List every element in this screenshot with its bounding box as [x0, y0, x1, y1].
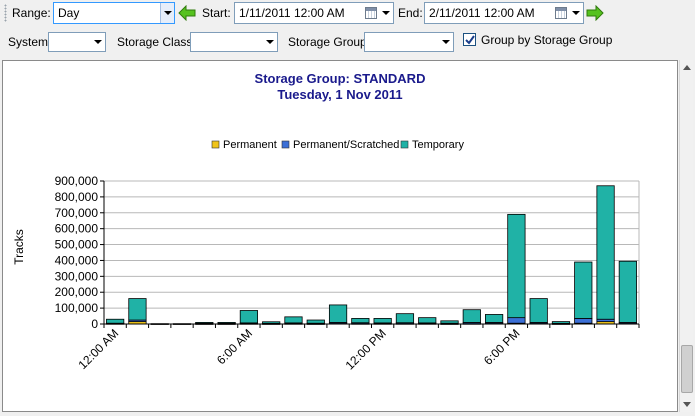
bar-segment [440, 320, 459, 324]
storage-class-dropdown[interactable] [190, 32, 278, 52]
legend-swatch [281, 140, 290, 149]
y-axis: 0 100,000 200,000 300,000 400,000500,000 600,… [55, 174, 105, 331]
legend-label: Temporary [412, 139, 464, 151]
toolbar-grip [4, 4, 7, 22]
chart-title: Storage Group: STANDARD [255, 71, 426, 86]
system-dropdown[interactable] [48, 32, 106, 52]
bar-segment [195, 322, 214, 324]
bar-segment [239, 310, 258, 324]
end-date-picker[interactable]: 2/11/2011 12:00 AM [424, 2, 584, 24]
y-tick-label: 800,000 [55, 190, 99, 204]
bar-segment [106, 318, 125, 324]
chevron-down-icon[interactable] [379, 3, 393, 23]
chevron-down-icon[interactable] [439, 33, 453, 51]
legend-label: Permanent [223, 139, 277, 151]
arrow-up-icon [683, 65, 691, 70]
bar-segment [284, 316, 303, 324]
bar-segment [395, 313, 415, 324]
end-label: End: [398, 6, 423, 20]
legend-swatch [211, 140, 220, 149]
green-left-arrow-icon[interactable] [178, 5, 196, 21]
start-value: 1/11/2011 12:00 AM [239, 6, 345, 20]
bar-segment [306, 319, 325, 324]
y-tick-label: 100,000 [55, 301, 99, 315]
range-label: Range: [12, 6, 51, 20]
group-by-checkbox[interactable] [463, 33, 476, 46]
bar-segment [551, 321, 571, 324]
y-tick-label: 200,000 [55, 285, 99, 299]
storage-group-label: Storage Group: [288, 35, 371, 49]
legend-swatch [400, 140, 409, 149]
bar-segment [262, 321, 281, 324]
bar-segment [618, 260, 637, 323]
y-tick-label: 0 [91, 317, 98, 331]
bar-segment [418, 317, 437, 324]
y-tick-label: 500,000 [55, 238, 99, 252]
bar-segment [529, 298, 548, 323]
x-axis: 12:00 AM 6:00 AM 12:00 PM 6:00 PM [76, 323, 640, 372]
bar-segment [351, 318, 370, 324]
chart-bars [106, 185, 637, 325]
chart-grid [104, 180, 640, 325]
bar-segment [596, 185, 615, 320]
x-tick-label: 6:00 PM [481, 326, 523, 368]
end-value: 2/11/2011 12:00 AM [429, 6, 535, 20]
start-date-picker[interactable]: 1/11/2011 12:00 AM [234, 2, 394, 24]
scroll-up-button[interactable] [680, 60, 694, 74]
group-by-label[interactable]: Group by Storage Group [481, 33, 612, 47]
bar-segment [574, 261, 593, 319]
bar-segment [373, 318, 392, 324]
y-tick-label: 400,000 [55, 253, 99, 267]
x-tick-label: 12:00 AM [76, 326, 122, 372]
system-label: System: [8, 35, 52, 49]
bar-segment [574, 318, 593, 324]
y-tick-label: 300,000 [55, 269, 99, 283]
bar-segment [217, 322, 236, 324]
bar-segment [328, 304, 348, 323]
chevron-down-icon[interactable] [569, 3, 583, 23]
start-label: Start: [202, 6, 231, 20]
y-axis-label: Tracks [12, 229, 26, 265]
calendar-icon[interactable] [365, 7, 377, 19]
chevron-down-icon[interactable] [160, 3, 174, 23]
chart-legend: Permanent Permanent/Scratched Temporary [211, 139, 464, 151]
stacked-bar-chart: Storage Group: STANDARD Tuesday, 1 Nov 2… [12, 71, 640, 372]
arrow-down-icon [683, 402, 691, 407]
y-tick-label: 700,000 [55, 206, 99, 220]
x-tick-label: 12:00 PM [343, 326, 389, 372]
bar-segment [128, 298, 147, 321]
chart-panel: Storage Group: STANDARD Tuesday, 1 Nov 2… [2, 60, 678, 412]
chevron-down-icon[interactable] [263, 33, 277, 51]
green-right-arrow-icon[interactable] [586, 5, 604, 21]
y-tick-label: 600,000 [55, 222, 99, 236]
scroll-down-button[interactable] [680, 398, 694, 412]
storage-group-dropdown[interactable] [364, 32, 454, 52]
storage-class-label: Storage Class: [117, 35, 196, 49]
chevron-down-icon[interactable] [91, 33, 105, 51]
bar-segment [507, 317, 526, 324]
scroll-thumb[interactable] [681, 345, 693, 393]
x-tick-label: 6:00 AM [214, 326, 255, 367]
range-dropdown[interactable]: Day [53, 2, 175, 24]
calendar-icon[interactable] [555, 7, 567, 19]
checkmark-icon [464, 34, 475, 45]
range-value: Day [58, 6, 80, 20]
bar-segment [507, 213, 526, 319]
y-tick-label: 900,000 [55, 174, 99, 188]
chart-subtitle: Tuesday, 1 Nov 2011 [277, 87, 402, 102]
legend-label: Permanent/Scratched [293, 139, 399, 151]
bar-segment [462, 309, 481, 323]
vertical-scrollbar[interactable] [679, 60, 693, 412]
bar-segment [485, 314, 504, 323]
